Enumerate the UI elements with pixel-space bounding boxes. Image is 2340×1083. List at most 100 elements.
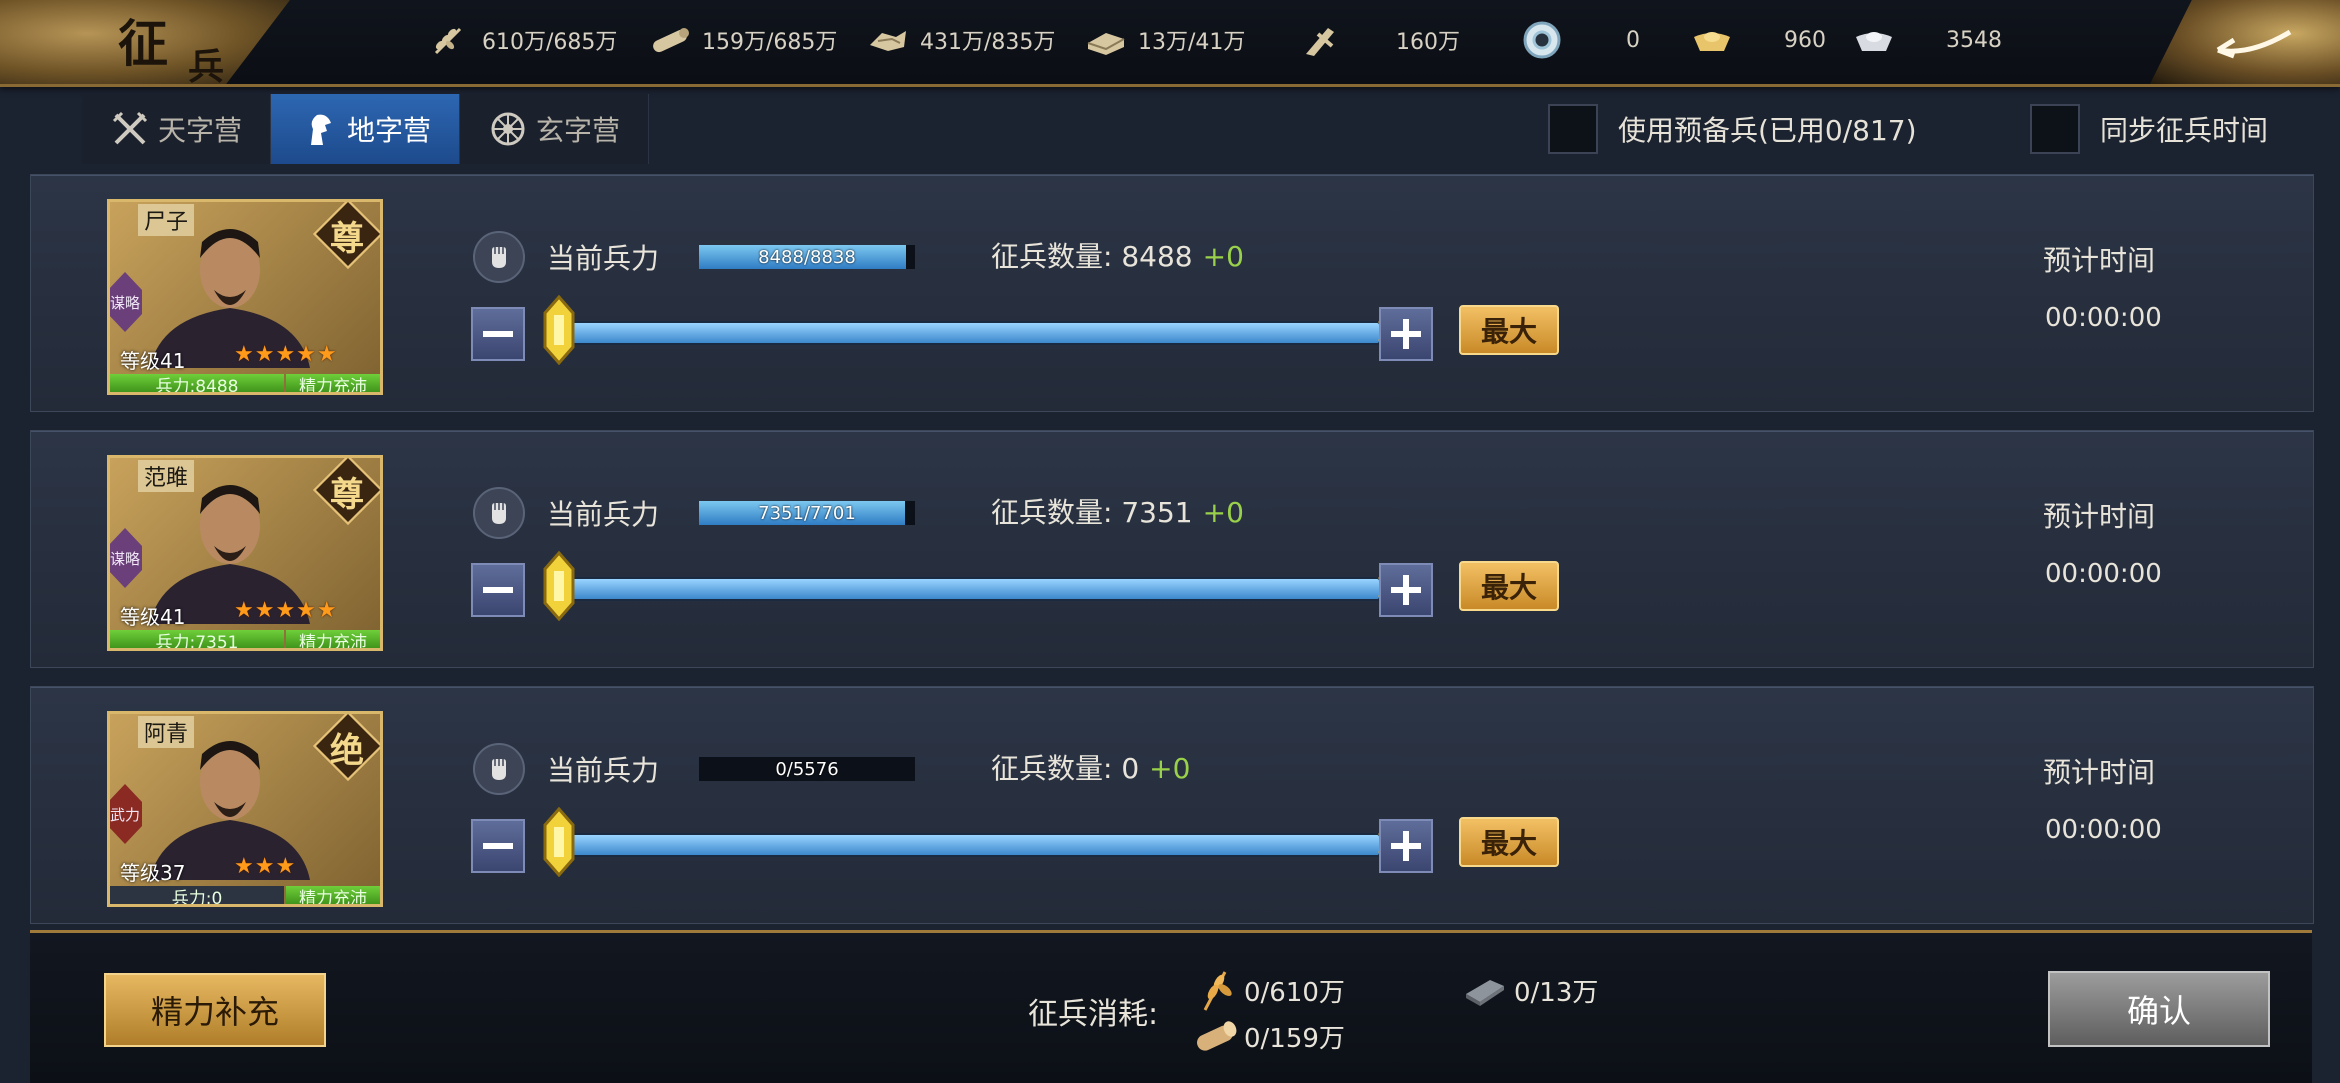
troops-bar: 8488/8838	[699, 245, 915, 269]
resource-value: 13万/41万	[1138, 30, 1246, 55]
resource-wood: 159万/685万	[648, 20, 837, 60]
increase-button[interactable]	[1379, 563, 1433, 617]
stone-icon	[1084, 22, 1128, 58]
reserve-option[interactable]: 使用预备兵(已用0/817)	[1548, 104, 1917, 154]
wood-icon	[648, 22, 692, 58]
increase-button[interactable]	[1379, 819, 1433, 873]
recruit-value: 8488	[1121, 240, 1193, 273]
resource-iron-ore: 431万/835万	[866, 20, 1055, 60]
hero-card[interactable]: 尸子 尊 谋略 等级41 ★★★★★ 兵力:8488 精力充沛	[107, 199, 383, 395]
resource-silver: 3548	[1852, 20, 2002, 60]
sync-time-checkbox[interactable]	[2030, 104, 2080, 154]
sync-option[interactable]: 同步征兵时间	[2030, 104, 2268, 154]
estimated-time-label: 预计时间	[2043, 500, 2156, 533]
hero-name: 尸子	[138, 204, 195, 236]
rank-label: 绝	[330, 730, 364, 771]
troops-value: 0/5576	[775, 758, 839, 780]
hero-card[interactable]: 范雎 尊 谋略 等级41 ★★★★★ 兵力:7351 精力充沛	[107, 455, 383, 651]
resource-value: 960	[1784, 27, 1826, 53]
minus-icon	[483, 331, 513, 337]
cost-wood: 0/159万	[1192, 1013, 1345, 1059]
star-rating: ★★★	[234, 854, 297, 879]
plus-icon	[1391, 831, 1421, 861]
resource-value: 159万/685万	[702, 30, 838, 55]
hero-troops-badge: 兵力:7351	[110, 630, 284, 648]
recruit-value: 0	[1121, 752, 1140, 785]
resource-gold: 960	[1690, 20, 1826, 60]
plus-icon	[1391, 575, 1421, 605]
slider-knob-icon	[543, 806, 575, 878]
tab-xuan-camp[interactable]: 玄字营	[460, 94, 649, 164]
energy-badge: 精力充沛	[286, 886, 380, 904]
iron-icon	[1462, 967, 1508, 1013]
minus-icon	[483, 843, 513, 849]
rank-label: 尊	[330, 474, 364, 515]
slider-handle[interactable]	[543, 550, 575, 622]
tab-label: 地字营	[346, 114, 431, 147]
resource-value: 160万	[1396, 30, 1460, 55]
decrease-button[interactable]	[471, 307, 525, 361]
recruit-delta: +0	[1149, 752, 1191, 785]
wood-icon	[1192, 1013, 1238, 1059]
minus-icon	[483, 587, 513, 593]
estimated-time-label: 预计时间	[2043, 756, 2156, 789]
crossed-swords-icon	[110, 109, 150, 149]
max-button[interactable]: 最大	[1459, 305, 1559, 355]
max-button[interactable]: 最大	[1459, 817, 1559, 867]
recruit-slider[interactable]	[557, 575, 1393, 601]
hero-level: 等级41	[120, 349, 186, 373]
page-subtitle: 兵	[188, 46, 225, 88]
hero-name: 阿青	[138, 716, 195, 748]
resource-value: 431万/835万	[920, 30, 1056, 55]
max-button[interactable]: 最大	[1459, 561, 1559, 611]
tab-label: 天字营	[157, 114, 242, 147]
sync-label: 同步征兵时间	[2100, 114, 2269, 147]
hero-troops-badge: 兵力:8488	[110, 374, 284, 392]
confirm-button[interactable]: 确认	[2048, 971, 2270, 1047]
resource-copper: 160万	[1298, 20, 1460, 60]
estimated-time-label: 预计时间	[2043, 244, 2156, 277]
hero-row: 范雎 尊 谋略 等级41 ★★★★★ 兵力:7351 精力充沛 当前兵力 735…	[30, 430, 2314, 668]
tab-di-camp[interactable]: 地字营	[271, 94, 460, 164]
grain-icon	[1192, 967, 1238, 1013]
resource-value: 0	[1626, 27, 1640, 53]
recruit-value: 7351	[1121, 496, 1193, 529]
energy-badge: 精力充沛	[286, 630, 380, 648]
slider-knob-icon	[543, 550, 575, 622]
recruit-slider[interactable]	[557, 319, 1393, 345]
star-rating: ★★★★★	[234, 598, 338, 623]
slider-handle[interactable]	[543, 806, 575, 878]
resource-stone: 13万/41万	[1084, 20, 1245, 60]
fist-icon	[473, 743, 525, 795]
back-button[interactable]	[2210, 22, 2300, 60]
energy-refill-button[interactable]: 精力补充	[104, 973, 326, 1047]
plus-icon	[1391, 319, 1421, 349]
iron-ore-icon	[866, 22, 910, 58]
troops-bar: 7351/7701	[699, 501, 915, 525]
top-bar: 征 兵 610万/685万 159万/685万 431万/835万 13万/41…	[0, 0, 2340, 88]
hero-name: 范雎	[138, 460, 195, 492]
copper-coin-icon	[1298, 22, 1342, 58]
resource-grain: 610万/685万	[428, 20, 617, 60]
decrease-button[interactable]	[471, 819, 525, 873]
decrease-button[interactable]	[471, 563, 525, 617]
hero-row: 尸子 尊 谋略 等级41 ★★★★★ 兵力:8488 精力充沛 当前兵力 848…	[30, 174, 2314, 412]
reserve-checkbox[interactable]	[1548, 104, 1598, 154]
hero-card[interactable]: 阿青 绝 武力 等级37 ★★★ 兵力:0 精力充沛	[107, 711, 383, 907]
recruit-slider[interactable]	[557, 831, 1393, 857]
recruit-delta: +0	[1202, 240, 1244, 273]
hero-level: 等级37	[120, 861, 186, 885]
current-troops-label: 当前兵力	[547, 498, 660, 531]
rank-label: 尊	[330, 218, 364, 259]
troops-value: 7351/7701	[758, 502, 856, 524]
slider-handle[interactable]	[543, 294, 575, 366]
cost-iron: 0/13万	[1462, 967, 1598, 1013]
tab-tian-camp[interactable]: 天字营	[82, 94, 271, 164]
horse-head-icon	[299, 109, 339, 149]
increase-button[interactable]	[1379, 307, 1433, 361]
reserve-label: 使用预备兵(已用0/817)	[1618, 114, 1917, 147]
troops-value: 8488/8838	[758, 246, 856, 268]
resource-value: 3548	[1946, 27, 2002, 53]
cost-value: 0/13万	[1514, 977, 1599, 1008]
resource-jade: 0	[1520, 20, 1640, 60]
